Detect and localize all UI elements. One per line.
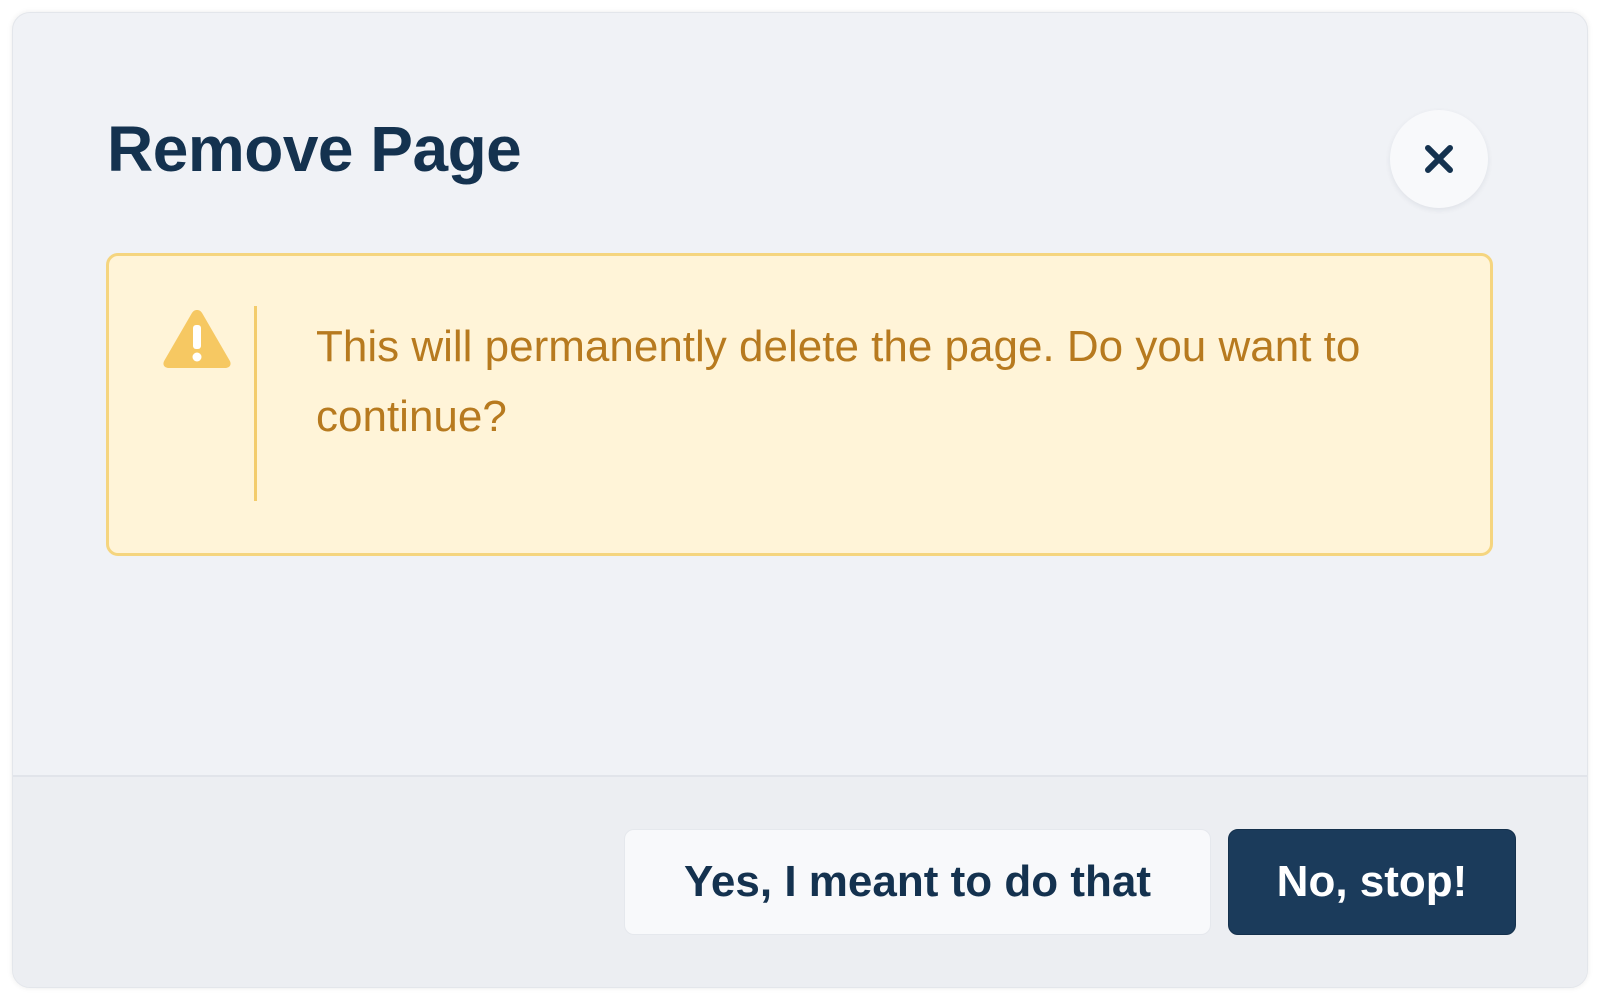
dialog-title: Remove Page <box>107 113 522 185</box>
remove-page-dialog: Remove Page This will permanently delete… <box>12 12 1588 988</box>
alert-message: This will permanently delete the page. D… <box>316 322 1361 441</box>
confirm-delete-button[interactable]: Yes, I meant to do that <box>624 829 1211 935</box>
warning-alert: This will permanently delete the page. D… <box>106 253 1493 556</box>
alert-divider <box>254 306 257 501</box>
close-button[interactable] <box>1390 110 1488 208</box>
warning-icon <box>163 310 231 368</box>
close-icon <box>1425 145 1453 173</box>
cancel-button[interactable]: No, stop! <box>1228 829 1516 935</box>
dialog-footer: Yes, I meant to do that No, stop! <box>13 775 1587 987</box>
